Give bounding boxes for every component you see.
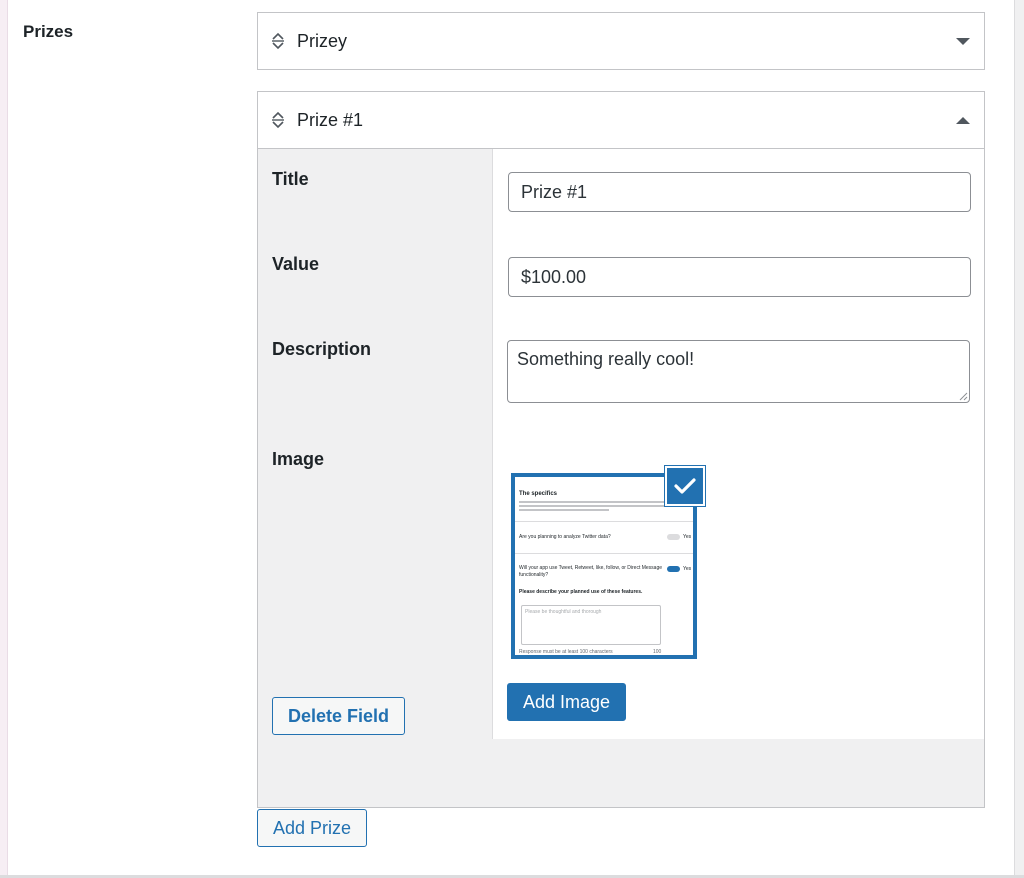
- accordion-header-prize-1[interactable]: Prize #1: [258, 92, 984, 149]
- add-prize-button[interactable]: Add Prize: [257, 809, 367, 847]
- preview-separator: [515, 553, 693, 554]
- image-selected-badge[interactable]: [664, 465, 706, 507]
- section-label-prizes: Prizes: [23, 22, 74, 41]
- checkmark-icon: [674, 478, 696, 494]
- preview-question-3: Please describe your planned use of thes…: [519, 589, 643, 595]
- prize-fields-body: Title Value Description Image Something …: [258, 149, 984, 739]
- toggle-off-icon: [667, 534, 680, 540]
- preview-footer-left: Response must be at least 100 characters: [519, 649, 613, 655]
- preview-question-1: Are you planning to analyze Twitter data…: [519, 534, 611, 540]
- preview-text-line: [519, 501, 679, 503]
- preview-question-2: Will your app use Tweet, Retweet, like, …: [519, 565, 663, 578]
- preview-footer-right: 100: [653, 649, 662, 655]
- accordion-header-prizey[interactable]: Prizey: [258, 13, 984, 69]
- sort-arrows-icon[interactable]: [271, 30, 285, 52]
- left-border: [0, 0, 8, 878]
- preview-toggle-2-label: Yes: [683, 566, 692, 572]
- title-label: Title: [272, 169, 309, 189]
- preview-text-line: [519, 505, 669, 507]
- description-label: Description: [272, 339, 372, 359]
- caret-down-icon[interactable]: [956, 37, 970, 45]
- toggle-on-icon: [667, 566, 680, 572]
- prize-accordion-prize-1: Prize #1 Title Value Description Image S…: [257, 91, 985, 808]
- value-label: Value: [272, 254, 320, 274]
- accordion-title: Prize #1: [297, 109, 364, 130]
- labels-column: Title Value Description Image: [258, 149, 493, 739]
- image-label: Image: [272, 449, 325, 469]
- prize-accordion-prizey: Prizey: [257, 12, 985, 70]
- fields-column: Something really cool! The specifics Are…: [493, 149, 984, 739]
- sort-arrows-icon[interactable]: [271, 109, 285, 131]
- resize-grip-icon[interactable]: [958, 391, 968, 401]
- title-input[interactable]: [508, 172, 971, 212]
- accordion-title: Prizey: [297, 30, 348, 51]
- preview-separator: [515, 521, 693, 522]
- preview-heading: The specifics: [519, 491, 558, 497]
- value-input[interactable]: [508, 257, 971, 297]
- preview-textarea: Please be thoughtful and thorough: [521, 605, 661, 645]
- right-scroll-gutter: [1014, 0, 1024, 878]
- add-image-button[interactable]: Add Image: [507, 683, 626, 721]
- description-textarea[interactable]: Something really cool!: [507, 340, 970, 403]
- caret-up-icon[interactable]: [956, 116, 970, 124]
- preview-toggle-1-label: Yes: [683, 534, 692, 540]
- preview-placeholder: Please be thoughtful and thorough: [525, 609, 602, 615]
- delete-field-button[interactable]: Delete Field: [272, 697, 405, 735]
- preview-text-line: [519, 509, 609, 511]
